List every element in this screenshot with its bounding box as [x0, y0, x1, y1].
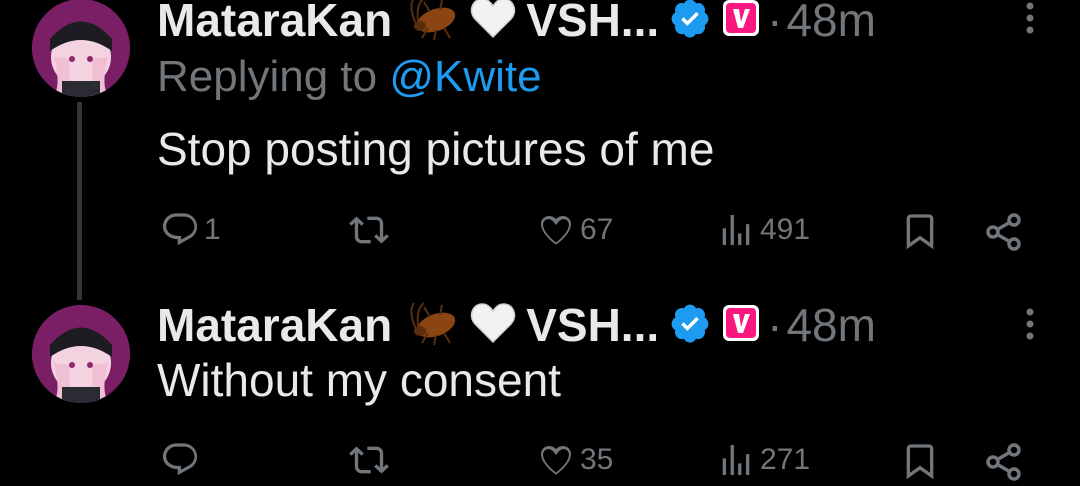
views-button[interactable]: 271	[716, 440, 810, 480]
like-count: 67	[580, 213, 614, 246]
reply-button[interactable]: 1	[160, 210, 221, 250]
verified-icon	[669, 302, 711, 349]
retweet-button[interactable]	[348, 440, 390, 480]
share-button[interactable]	[984, 442, 1024, 482]
replying-prefix: Replying to	[157, 52, 378, 101]
more-icon[interactable]	[1021, 0, 1039, 40]
cockroach-emoji	[406, 0, 462, 45]
reply-icon	[162, 443, 198, 476]
retweet-button[interactable]	[348, 210, 390, 250]
bookmark-button[interactable]	[900, 210, 940, 252]
views-count: 271	[760, 443, 811, 476]
display-name-truncated[interactable]: VSH...	[526, 298, 659, 352]
retweet-icon	[349, 216, 389, 244]
cockroach-emoji	[406, 301, 462, 350]
bookmark-button[interactable]	[900, 440, 940, 482]
views-icon	[722, 215, 750, 245]
replying-to: Replying to @Kwite	[157, 52, 542, 102]
retweet-icon	[349, 446, 389, 474]
more-icon[interactable]	[1021, 306, 1039, 346]
tweet-header: MataraKan VSH... · 48m	[157, 0, 876, 47]
separator-dot: ·	[767, 299, 783, 351]
author-name[interactable]: MataraKan	[157, 298, 392, 352]
like-button[interactable]: 67	[536, 210, 613, 250]
reply-button[interactable]	[160, 440, 204, 480]
thread-line	[77, 102, 82, 300]
avatar[interactable]	[32, 0, 130, 97]
timestamp[interactable]: 48m	[786, 298, 875, 352]
tweet-header: MataraKan VSH... · 48m	[157, 298, 876, 352]
views-button[interactable]: 491	[716, 210, 810, 250]
share-button[interactable]	[984, 212, 1024, 252]
separator-dot: ·	[767, 0, 783, 46]
timestamp[interactable]: 48m	[786, 0, 875, 47]
action-bar: 1 67 491	[0, 206, 1080, 256]
reply-count: 1	[204, 213, 221, 246]
share-icon	[986, 443, 1021, 481]
like-count: 35	[580, 443, 614, 476]
tweet-text: Stop posting pictures of me	[157, 123, 715, 175]
reply-icon	[162, 213, 198, 246]
verified-icon	[669, 0, 711, 44]
mention-link[interactable]: @Kwite	[389, 52, 541, 101]
views-count: 491	[760, 213, 811, 246]
views-icon	[722, 445, 750, 475]
action-bar: 35 271	[0, 436, 1080, 486]
share-icon	[986, 213, 1021, 251]
like-icon	[540, 215, 572, 245]
bookmark-icon	[906, 444, 934, 480]
author-name[interactable]: MataraKan	[157, 0, 392, 47]
white-heart-emoji	[470, 302, 516, 349]
like-button[interactable]: 35	[536, 440, 613, 480]
white-heart-emoji	[470, 0, 516, 44]
like-icon	[540, 445, 572, 475]
bookmark-icon	[906, 214, 934, 250]
v-badge-icon	[721, 303, 761, 348]
v-badge-icon	[721, 0, 761, 43]
tweet-text: Without my consent	[157, 354, 561, 406]
avatar[interactable]	[32, 305, 130, 403]
display-name-truncated[interactable]: VSH...	[526, 0, 659, 47]
